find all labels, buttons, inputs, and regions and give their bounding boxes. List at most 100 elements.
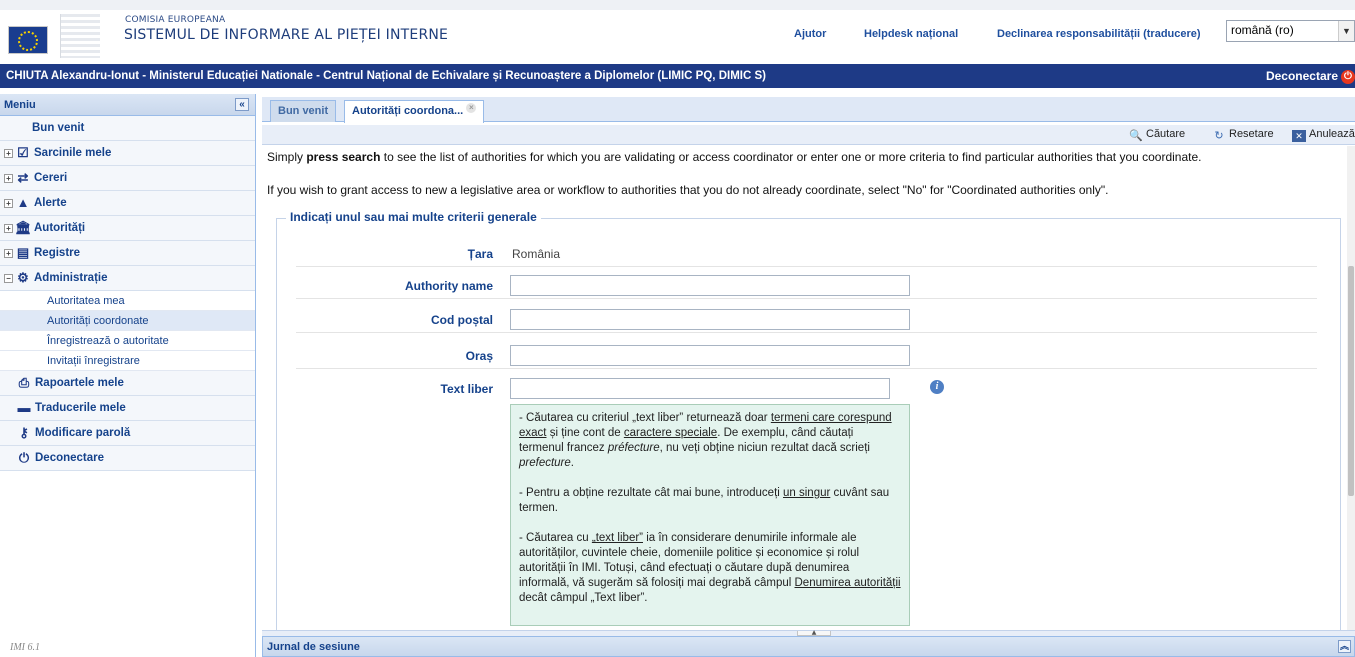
sidebar-item-label: Modificare parolă bbox=[35, 427, 131, 440]
help-link[interactable]: Ajutor bbox=[794, 28, 826, 40]
exchange-icon: ⇄ bbox=[17, 170, 29, 185]
authority-name-input[interactable] bbox=[510, 275, 910, 296]
collapse-icon[interactable]: « bbox=[235, 98, 249, 111]
intro-text-bold: press search bbox=[306, 150, 381, 164]
sidebar-item-tasks[interactable]: + ☑ Sarcinile mele bbox=[0, 141, 255, 166]
help-text: un singur bbox=[783, 487, 831, 499]
sidebar-subitem-invitations[interactable]: Invitații înregistrare bbox=[0, 351, 255, 371]
helpdesk-link[interactable]: Helpdesk național bbox=[864, 28, 958, 40]
help-text: și ține cont de bbox=[546, 427, 624, 439]
document-icon: ▤ bbox=[16, 245, 30, 260]
sidebar-item-label: Rapoartele mele bbox=[35, 377, 124, 390]
sidebar-title: Meniu bbox=[4, 99, 36, 111]
warning-icon: ▲ bbox=[16, 195, 30, 210]
sidebar-item-registers[interactable]: + ▤ Registre bbox=[0, 241, 255, 266]
help-text: préfecture bbox=[607, 442, 660, 454]
session-journal-panel[interactable]: Jurnal de sesiune ︽ bbox=[262, 636, 1355, 657]
version-label: IMI 6.1 bbox=[10, 642, 40, 653]
sidebar-subitem-register[interactable]: Înregistrează o autoritate bbox=[0, 331, 255, 351]
expand-icon[interactable]: + bbox=[4, 248, 13, 258]
logout-link[interactable]: Deconectare ⏻ bbox=[1266, 64, 1355, 88]
reset-label: Resetare bbox=[1229, 128, 1274, 140]
help-text: , nu veți obține niciun rezultat dacă sc… bbox=[659, 442, 870, 454]
tab-coordinated-authorities[interactable]: Autorități coordona... × bbox=[344, 100, 485, 123]
expand-icon[interactable]: + bbox=[4, 198, 13, 208]
toolbar: 🔍 Căutare ↻ Resetare ✕ Anulează bbox=[262, 125, 1355, 145]
main-content: Simply press search to see the list of a… bbox=[262, 146, 1347, 630]
logo-decoration bbox=[60, 14, 100, 58]
country-label: Țara bbox=[467, 247, 493, 261]
scrollbar-thumb[interactable] bbox=[1348, 266, 1354, 496]
help-text: prefecture bbox=[519, 457, 571, 469]
postal-code-label: Cod poștal bbox=[431, 313, 493, 327]
disclaimer-link[interactable]: Declinarea responsabilității (traducere) bbox=[997, 28, 1201, 40]
authority-name-row: Authority name bbox=[296, 273, 1317, 299]
tab-label: Bun venit bbox=[278, 105, 329, 117]
sidebar-item-password[interactable]: ⚷ Modificare parolă bbox=[0, 421, 255, 446]
language-select[interactable]: română (ro) ▼ bbox=[1226, 20, 1355, 42]
search-icon: 🔍 bbox=[1129, 130, 1143, 142]
sidebar-menu: Meniu « Bun venit + ☑ Sarcinile mele + ⇄ Cer… bbox=[0, 94, 256, 657]
sidebar-item-logout[interactable]: ⏻ Deconectare bbox=[0, 446, 255, 471]
content-scrollbar[interactable] bbox=[1347, 146, 1355, 630]
expand-icon[interactable]: + bbox=[4, 223, 13, 233]
postal-code-input[interactable] bbox=[510, 309, 910, 330]
help-paragraph-2: - Pentru a obține rezultate cât mai bune… bbox=[519, 486, 901, 516]
sidebar-item-reports[interactable]: ⎙ Rapoartele mele bbox=[0, 371, 255, 396]
power-icon: ⏻ bbox=[18, 450, 30, 465]
user-bar: CHIUTA Alexandru-Ionut - Ministerul Educ… bbox=[0, 64, 1355, 88]
collapse-icon[interactable]: − bbox=[4, 273, 13, 283]
help-paragraph-1: - Căutarea cu criteriul „text liber” ret… bbox=[519, 411, 901, 471]
sidebar-item-authorities[interactable]: + 🏛 Autorități bbox=[0, 216, 255, 241]
criteria-legend: Indicați unul sau mai multe criterii gen… bbox=[286, 210, 541, 224]
help-text: - Pentru a obține rezultate cât mai bune… bbox=[519, 487, 784, 499]
sidebar-item-label: Cereri bbox=[34, 172, 68, 185]
sidebar-item-translations[interactable]: ▬ Traducerile mele bbox=[0, 396, 255, 421]
tab-welcome[interactable]: Bun venit bbox=[270, 100, 337, 122]
free-text-label: Text liber bbox=[440, 382, 493, 396]
city-label: Oraș bbox=[465, 349, 493, 363]
cancel-label: Anulează bbox=[1309, 128, 1355, 140]
help-text: - Căutarea cu bbox=[519, 532, 592, 544]
cancel-button[interactable]: ✕ Anulează bbox=[1292, 128, 1355, 142]
chevron-down-icon: ▼ bbox=[1338, 21, 1354, 41]
sidebar-item-admin[interactable]: − ⚙ Administrație bbox=[0, 266, 255, 291]
free-text-help-box: - Căutarea cu criteriul „text liber” ret… bbox=[510, 404, 910, 626]
help-text: „text liber” bbox=[591, 532, 643, 544]
sidebar-item-requests[interactable]: + ⇄ Cereri bbox=[0, 166, 255, 191]
info-icon[interactable]: i bbox=[930, 380, 944, 394]
institution-icon: 🏛 bbox=[15, 220, 32, 235]
tab-label: Autorități coordona... bbox=[352, 105, 464, 117]
intro-text-part: to see the list of authorities for which… bbox=[380, 150, 1202, 164]
sidebar-subitem-my-authority[interactable]: Autoritatea mea bbox=[0, 291, 255, 311]
postal-code-row: Cod poștal bbox=[296, 307, 1317, 333]
free-text-input[interactable] bbox=[510, 378, 890, 399]
search-label: Căutare bbox=[1146, 128, 1186, 140]
sidebar-item-label: Traducerile mele bbox=[35, 402, 126, 415]
system-name: SISTEMUL DE INFORMARE AL PIEȚEI INTERNE bbox=[124, 27, 449, 43]
sidebar-item-label: Administrație bbox=[34, 272, 108, 285]
expand-icon[interactable]: + bbox=[4, 148, 13, 158]
journal-title: Jurnal de sesiune bbox=[267, 641, 360, 653]
close-icon: ✕ bbox=[1292, 130, 1306, 142]
close-icon[interactable]: × bbox=[466, 103, 477, 113]
sidebar-item-label: Autorități bbox=[34, 222, 86, 235]
sidebar-item-welcome[interactable]: Bun venit bbox=[0, 116, 255, 141]
logout-label: Deconectare bbox=[1265, 69, 1338, 83]
sidebar-subitem-coordinated[interactable]: Autorități coordonate bbox=[0, 311, 255, 331]
refresh-icon: ↻ bbox=[1214, 130, 1224, 142]
city-input[interactable] bbox=[510, 345, 910, 366]
key-icon: ⚷ bbox=[19, 425, 29, 440]
search-button[interactable]: 🔍 Căutare bbox=[1129, 128, 1186, 142]
free-text-row: Text liber i bbox=[296, 376, 1317, 402]
sidebar-item-alerts[interactable]: + ▲ Alerte bbox=[0, 191, 255, 216]
chat-icon: ▬ bbox=[17, 400, 31, 415]
language-value: română (ro) bbox=[1231, 23, 1294, 37]
expand-icon[interactable]: + bbox=[4, 173, 13, 183]
expand-icon[interactable]: ︽ bbox=[1338, 640, 1351, 653]
reset-button[interactable]: ↻ Resetare bbox=[1212, 128, 1274, 142]
country-row: Țara România bbox=[296, 241, 1317, 267]
help-text: Denumirea autorității bbox=[794, 577, 901, 589]
help-text: caractere speciale bbox=[623, 427, 718, 439]
intro-text-part: Simply bbox=[267, 150, 307, 164]
